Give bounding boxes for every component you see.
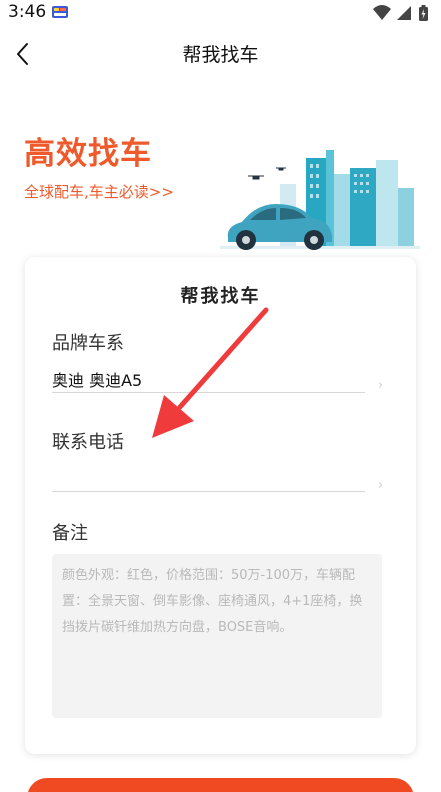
chevron-right-icon: › — [378, 478, 384, 493]
status-time: 3:46 — [8, 2, 47, 22]
brand-field-divider — [52, 392, 365, 393]
global-car-guide-link[interactable]: 全球配车,车主必读>> — [24, 181, 174, 202]
nav-bar: 帮我找车 — [0, 26, 441, 80]
wifi-icon — [373, 5, 391, 20]
brand-series-label: 品牌车系 — [52, 333, 124, 354]
phone-label: 联系电话 — [52, 432, 124, 453]
app-badge-icon — [52, 6, 68, 18]
signal-icon — [397, 6, 411, 20]
remark-label: 备注 — [52, 523, 88, 544]
submit-button[interactable] — [27, 778, 414, 792]
car-city-illustration — [220, 150, 420, 250]
brand-series-value: 奥迪 奥迪A5 — [52, 371, 143, 390]
page-title: 帮我找车 — [182, 44, 259, 66]
form-title: 帮我找车 — [180, 286, 261, 307]
remark-input[interactable]: 颜色外观：红色，价格范围：50万-100万，车辆配置：全景天窗、倒车影像、座椅通… — [52, 554, 382, 718]
status-icons — [373, 5, 428, 21]
phone-field-divider — [52, 491, 365, 492]
chevron-right-icon: › — [378, 378, 384, 393]
hero-title: 高效找车 — [24, 136, 152, 172]
battery-icon — [419, 5, 428, 21]
status-bar: 3:46 — [0, 0, 441, 26]
